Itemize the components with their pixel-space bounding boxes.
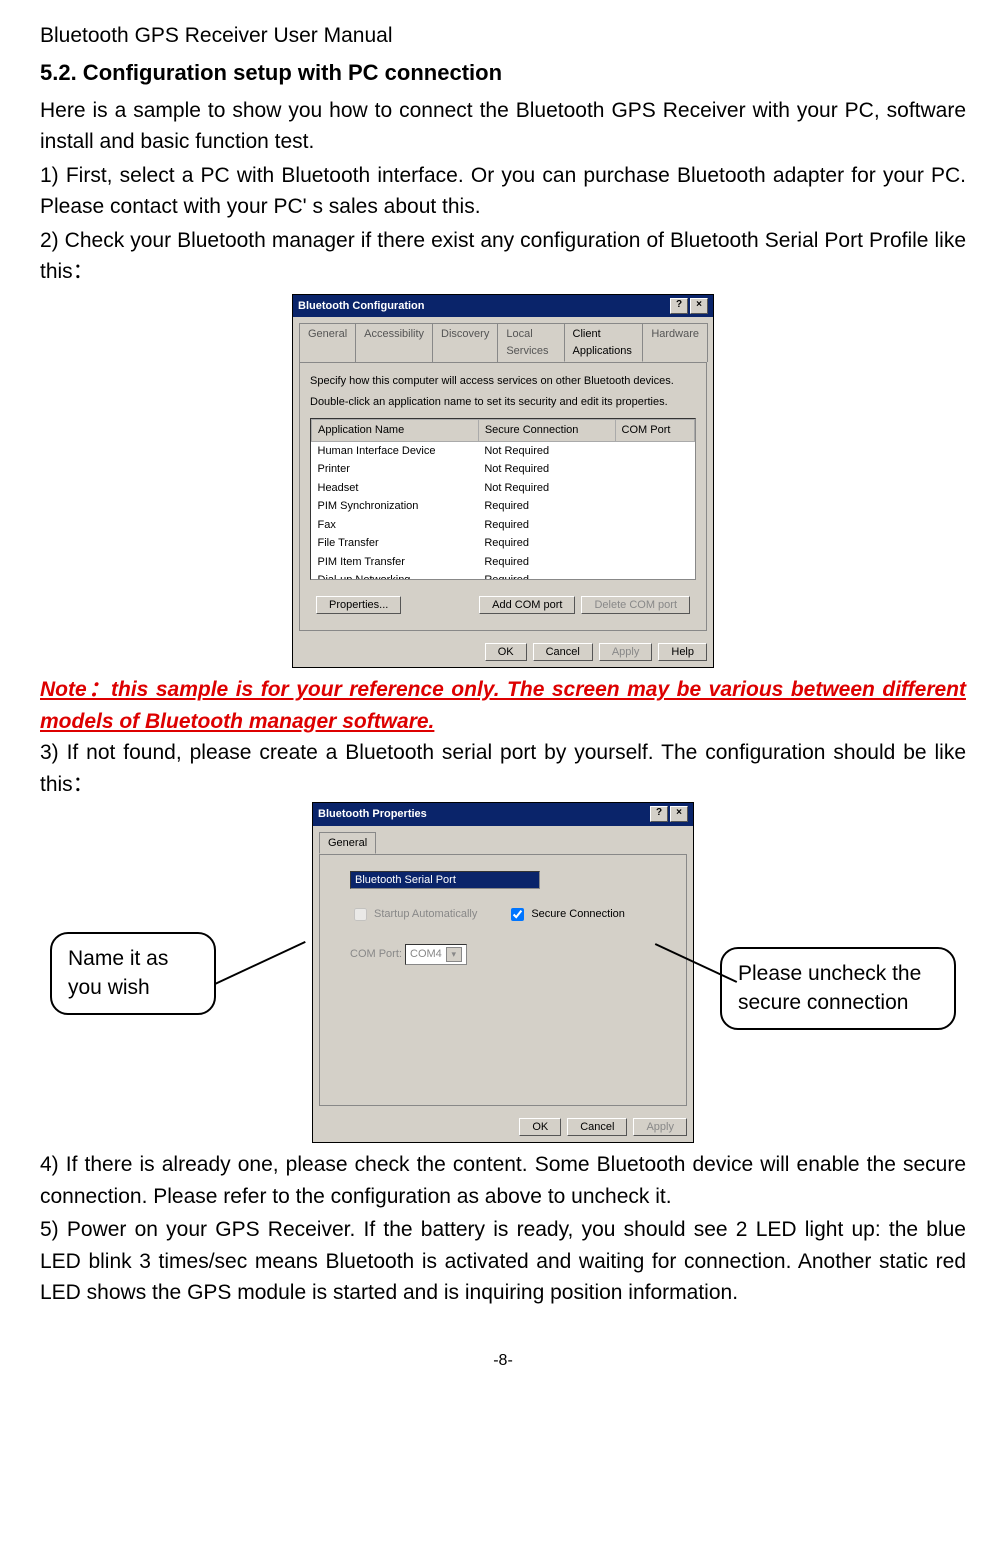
ok-button[interactable]: OK bbox=[519, 1118, 561, 1136]
table-cell bbox=[615, 460, 694, 479]
table-cell: Not Required bbox=[478, 441, 615, 460]
table-cell bbox=[615, 497, 694, 516]
step-5: 5) Power on your GPS Receiver. If the ba… bbox=[40, 1214, 966, 1309]
table-cell bbox=[615, 441, 694, 460]
table-cell: Required bbox=[478, 553, 615, 572]
secure-label: Secure Connection bbox=[531, 906, 625, 923]
table-cell: Not Required bbox=[478, 460, 615, 479]
table-row[interactable]: HeadsetNot Required bbox=[312, 479, 695, 498]
table-cell bbox=[615, 553, 694, 572]
apply-button: Apply bbox=[599, 643, 653, 661]
add-com-button[interactable]: Add COM port bbox=[479, 596, 575, 614]
close-icon[interactable]: × bbox=[670, 806, 688, 822]
note-text: Note：this sample is for your reference o… bbox=[40, 674, 966, 737]
step-1: 1) First, select a PC with Bluetooth int… bbox=[40, 160, 966, 223]
table-row[interactable]: PrinterNot Required bbox=[312, 460, 695, 479]
table-cell: Required bbox=[478, 497, 615, 516]
col-secure[interactable]: Secure Connection bbox=[478, 420, 615, 442]
tab-general[interactable]: General bbox=[319, 832, 376, 855]
table-cell: PIM Item Transfer bbox=[312, 553, 479, 572]
table-cell: Required bbox=[478, 571, 615, 580]
cancel-button[interactable]: Cancel bbox=[533, 643, 593, 661]
table-cell: Required bbox=[478, 534, 615, 553]
table-cell: Not Required bbox=[478, 479, 615, 498]
col-com[interactable]: COM Port bbox=[615, 420, 694, 442]
table-cell: PIM Synchronization bbox=[312, 497, 479, 516]
table-row[interactable]: Dial-up NetworkingRequired bbox=[312, 571, 695, 580]
step-2: 2) Check your Bluetooth manager if there… bbox=[40, 225, 966, 288]
com-port-value: COM4 bbox=[410, 946, 442, 963]
section-title: 5.2. Configuration setup with PC connect… bbox=[40, 56, 966, 89]
secure-checkbox-box[interactable] bbox=[511, 908, 524, 921]
dialog-desc-2: Double-click an application name to set … bbox=[310, 394, 696, 411]
callout-name-it: Name it as you wish bbox=[50, 932, 216, 1015]
table-row[interactable]: Human Interface DeviceNot Required bbox=[312, 441, 695, 460]
com-port-label: COM Port: bbox=[350, 948, 402, 960]
callout-uncheck: Please uncheck the secure connection bbox=[720, 947, 956, 1030]
bluetooth-properties-dialog: Bluetooth Properties ? × General Startup… bbox=[312, 802, 694, 1143]
page-number: -8- bbox=[40, 1349, 966, 1373]
tab-discovery[interactable]: Discovery bbox=[432, 323, 498, 362]
table-cell: Required bbox=[478, 516, 615, 535]
table-cell bbox=[615, 516, 694, 535]
table-cell bbox=[615, 571, 694, 580]
help-icon[interactable]: ? bbox=[670, 298, 688, 314]
dialog-title: Bluetooth Configuration bbox=[298, 298, 424, 315]
table-cell: Dial-up Networking bbox=[312, 571, 479, 580]
secure-connection-checkbox[interactable]: Secure Connection bbox=[507, 905, 625, 924]
dialog-titlebar: Bluetooth Configuration ? × bbox=[293, 295, 713, 318]
table-cell bbox=[615, 534, 694, 553]
startup-label: Startup Automatically bbox=[374, 906, 477, 923]
apply-button: Apply bbox=[633, 1118, 687, 1136]
dialog-desc-1: Specify how this computer will access se… bbox=[310, 373, 696, 390]
ok-button[interactable]: OK bbox=[485, 643, 527, 661]
cancel-button[interactable]: Cancel bbox=[567, 1118, 627, 1136]
table-row[interactable]: PIM SynchronizationRequired bbox=[312, 497, 695, 516]
table-cell: Headset bbox=[312, 479, 479, 498]
dialog-titlebar: Bluetooth Properties ? × bbox=[313, 803, 693, 826]
tab-bar: General Accessibility Discovery Local Se… bbox=[293, 317, 713, 362]
table-cell bbox=[615, 479, 694, 498]
close-icon[interactable]: × bbox=[690, 298, 708, 314]
name-input[interactable] bbox=[350, 871, 540, 889]
startup-checkbox-box bbox=[354, 908, 367, 921]
tab-client-applications[interactable]: Client Applications bbox=[564, 323, 644, 362]
table-cell: Printer bbox=[312, 460, 479, 479]
table-cell: Human Interface Device bbox=[312, 441, 479, 460]
applications-listbox[interactable]: Application Name Secure Connection COM P… bbox=[310, 418, 696, 580]
table-row[interactable]: File TransferRequired bbox=[312, 534, 695, 553]
tab-accessibility[interactable]: Accessibility bbox=[355, 323, 433, 362]
delete-com-button: Delete COM port bbox=[581, 596, 690, 614]
tab-hardware[interactable]: Hardware bbox=[642, 323, 708, 362]
tab-general[interactable]: General bbox=[299, 323, 356, 362]
table-cell: File Transfer bbox=[312, 534, 479, 553]
col-app-name[interactable]: Application Name bbox=[312, 420, 479, 442]
step-4: 4) If there is already one, please check… bbox=[40, 1149, 966, 1212]
dialog-title: Bluetooth Properties bbox=[318, 806, 427, 823]
intro-text: Here is a sample to show you how to conn… bbox=[40, 95, 966, 158]
chevron-down-icon: ▾ bbox=[446, 947, 462, 963]
table-row[interactable]: PIM Item TransferRequired bbox=[312, 553, 695, 572]
table-row[interactable]: FaxRequired bbox=[312, 516, 695, 535]
properties-button[interactable]: Properties... bbox=[316, 596, 401, 614]
bluetooth-config-dialog: Bluetooth Configuration ? × General Acce… bbox=[292, 294, 714, 669]
tab-local-services[interactable]: Local Services bbox=[497, 323, 564, 362]
document-header: Bluetooth GPS Receiver User Manual bbox=[40, 20, 966, 52]
step-3: 3) If not found, please create a Bluetoo… bbox=[40, 737, 966, 800]
table-cell: Fax bbox=[312, 516, 479, 535]
help-icon[interactable]: ? bbox=[650, 806, 668, 822]
startup-checkbox: Startup Automatically bbox=[350, 905, 477, 924]
help-button[interactable]: Help bbox=[658, 643, 707, 661]
com-port-select: COM4 ▾ bbox=[405, 944, 467, 965]
